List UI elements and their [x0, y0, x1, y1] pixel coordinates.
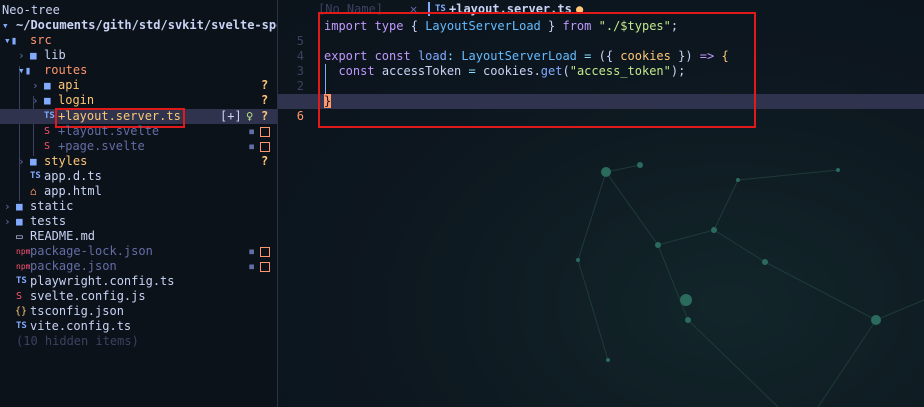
markdown-file-icon: ▭ [16, 230, 23, 243]
folder-icon: ■ [16, 200, 23, 213]
chevron-right-icon: › [18, 155, 25, 168]
svelte-file-icon: S [44, 126, 51, 137]
checkbox-icon [260, 246, 270, 257]
tree-item-readme[interactable]: ▭ README.md [0, 229, 277, 244]
tree-item-api[interactable]: › ■ api ? [0, 78, 277, 93]
checkbox-icon [260, 261, 270, 272]
folder-icon: ■ [44, 79, 51, 92]
git-ignored-icon: ▪ [248, 259, 256, 273]
tree-item-page-svelte[interactable]: S +page.svelte ▪ [0, 139, 277, 154]
typescript-file-icon: TS [16, 276, 27, 286]
tree-item-playwright-config[interactable]: TS playwright.config.ts [0, 274, 277, 289]
typescript-file-icon: TS [44, 111, 55, 121]
chevron-right-icon: › [4, 200, 11, 213]
typescript-file-icon: TS [30, 171, 41, 181]
highlight-box-code [318, 12, 756, 128]
folder-icon: ■ [30, 49, 37, 62]
tree-item-app-d-ts[interactable]: TS app.d.ts [0, 169, 277, 184]
tree-item-login[interactable]: › ■ login ? [0, 93, 277, 108]
hidden-items-note: (10 hidden items) [16, 334, 139, 348]
checkbox-icon [260, 126, 270, 137]
tree-item-package-lock[interactable]: npm package-lock.json ▪ [0, 244, 277, 259]
folder-icon: ■ [16, 215, 23, 228]
folder-open-icon: ▾▮ [18, 64, 32, 77]
tree-item-lib[interactable]: › ■ lib [0, 48, 277, 63]
cwd-path: ▾ ~/Documents/gith/std/svkit/svelte-spo [2, 18, 277, 32]
code-editor[interactable]: [No Name] ✕ TS +layout.server.ts ● 5 imp… [278, 0, 924, 407]
tree-item-styles[interactable]: › ■ styles ? [0, 154, 277, 169]
git-ignored-icon: ▪ [248, 124, 256, 138]
chevron-right-icon: › [4, 215, 11, 228]
svelte-file-icon: S [16, 291, 23, 302]
npm-file-icon: npm [16, 262, 31, 271]
folder-icon: ■ [44, 94, 51, 107]
chevron-right-icon: › [18, 49, 25, 62]
npm-file-icon: npm [16, 247, 31, 256]
lightbulb-icon: ♀ [246, 109, 254, 123]
tree-item-layout-svelte[interactable]: S +layout.svelte ▪ [0, 124, 277, 139]
folder-open-icon: ▾ [2, 19, 9, 32]
chevron-right-icon: › [32, 94, 39, 107]
sidebar-title: Neo-tree [2, 3, 60, 17]
tree-item-src[interactable]: ▾▮ src [0, 33, 277, 48]
checkbox-icon [260, 141, 270, 152]
chevron-right-icon: › [32, 79, 39, 92]
tree-item-svelte-config[interactable]: S svelte.config.js [0, 289, 277, 304]
folder-open-icon: ▾▮ [4, 34, 18, 47]
tree-item-tsconfig[interactable]: {} tsconfig.json [0, 304, 277, 319]
json-file-icon: {} [15, 306, 28, 317]
tree-item-vite-config[interactable]: TS vite.config.ts [0, 319, 277, 334]
tree-item-tests[interactable]: › ■ tests [0, 214, 277, 229]
git-ignored-icon: ▪ [248, 139, 256, 153]
tree-item-static[interactable]: › ■ static [0, 199, 277, 214]
html-file-icon: ⌂ [30, 185, 37, 198]
tree-item-routes[interactable]: ▾▮ routes [0, 63, 277, 78]
git-ignored-icon: ▪ [248, 244, 256, 258]
typescript-file-icon: TS [16, 321, 27, 331]
svelte-file-icon: S [44, 141, 51, 152]
status-badge: [+] [220, 109, 242, 123]
tree-item-package-json[interactable]: npm package.json ▪ [0, 259, 277, 274]
file-explorer-sidebar: Neo-tree ▾ ~/Documents/gith/std/svkit/sv… [0, 0, 277, 407]
tree-item-app-html[interactable]: ⌂ app.html [0, 184, 277, 199]
folder-icon: ■ [30, 155, 37, 168]
